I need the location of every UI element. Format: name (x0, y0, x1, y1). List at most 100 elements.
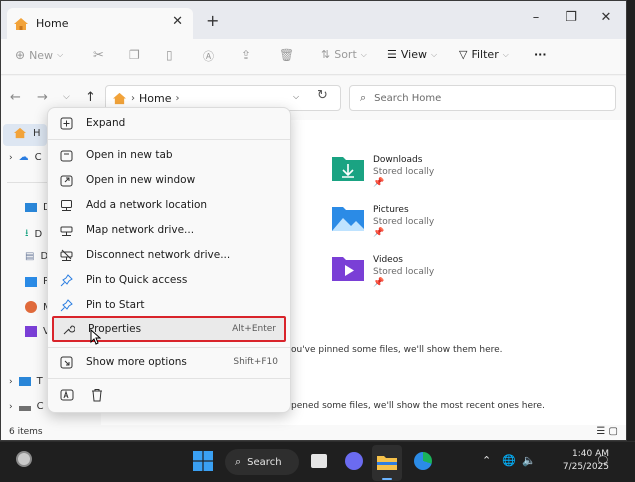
search-placeholder: Search Home (374, 92, 442, 104)
breadcrumb-chevron-icon: › (131, 92, 135, 104)
chevron-down-icon: ⌵ (430, 49, 438, 59)
volume-icon[interactable]: 🔈 (522, 454, 536, 467)
refresh-icon[interactable]: ↻ (317, 88, 328, 103)
menu-item-open-new-tab[interactable]: Open in new tab (52, 143, 286, 167)
new-tab-button[interactable]: + (206, 11, 219, 30)
home-icon (113, 92, 126, 104)
new-button[interactable]: ⊕ New ⌵ (15, 48, 63, 62)
wrench-icon (60, 321, 76, 337)
home-icon (14, 127, 26, 139)
tab-home[interactable]: Home ✕ (7, 8, 193, 39)
delete-icon[interactable]: 🗑 (279, 48, 294, 62)
breadcrumb-home[interactable]: Home (139, 92, 171, 105)
network-location-icon (58, 197, 74, 213)
menu-item-pin-start[interactable]: Pin to Start (52, 293, 286, 317)
disconnect-drive-icon (58, 247, 74, 263)
up-arrow-icon[interactable]: ↑ (85, 90, 96, 105)
nav-item-documents[interactable]: ▤ D (25, 251, 48, 262)
menu-item-properties[interactable]: Properties Alt+Enter (52, 316, 286, 342)
more-options-button[interactable]: ··· (534, 48, 547, 61)
pin-icon: 📌 (373, 278, 385, 288)
file-explorer-taskbar-button[interactable] (372, 445, 402, 481)
sort-icon: ⇅ (321, 48, 331, 61)
pin-icon: 📌 (373, 178, 385, 188)
menu-item-pin-quick-access[interactable]: Pin to Quick access (52, 268, 286, 292)
recent-locations-icon[interactable]: ⌵ (63, 92, 70, 102)
menu-item-open-new-window[interactable]: Open in new window (52, 168, 286, 192)
plus-circle-icon: ⊕ (15, 48, 26, 62)
nav-item-downloads[interactable]: ⭳ D (25, 226, 42, 243)
new-tab-icon (58, 147, 74, 163)
widgets-icon[interactable] (16, 451, 32, 467)
cut-icon[interactable]: ✂ (93, 48, 104, 63)
rename-icon[interactable]: Ⓐ (203, 48, 214, 64)
sort-button[interactable]: ⇅ Sort ⌵ (321, 48, 367, 61)
menu-item-expand[interactable]: Expand (52, 111, 286, 135)
pictures-folder-icon (332, 207, 364, 231)
quick-access-downloads[interactable]: Downloads Stored locally 📌 (331, 154, 434, 188)
videos-icon (25, 326, 37, 337)
view-button[interactable]: ☰ View ⌵ (387, 48, 437, 61)
globe-icon[interactable]: 🌐 (502, 454, 516, 467)
menu-item-show-more-options[interactable]: Show more options Shift+F10 (52, 350, 286, 374)
shortcut-label: Alt+Enter (232, 324, 276, 334)
pin-icon: 📌 (373, 228, 385, 238)
nav-item-home[interactable]: H (13, 127, 41, 139)
taskbar-search[interactable]: ⌕ Search (225, 449, 299, 475)
nav-item-pictures[interactable]: P (25, 276, 49, 287)
back-arrow-icon[interactable]: ← (10, 90, 21, 105)
menu-separator (48, 347, 290, 348)
close-button[interactable]: ✕ (596, 10, 616, 25)
nav-divider (7, 182, 47, 183)
map-drive-icon (58, 222, 74, 238)
menu-item-map-network-drive[interactable]: Map network drive... (52, 218, 286, 242)
menu-separator (48, 378, 290, 379)
home-icon (14, 17, 28, 30)
edge-browser-icon[interactable] (414, 452, 432, 470)
chevron-down-icon: ⌵ (57, 50, 64, 59)
view-toggle-icons[interactable]: ☰ ▢ (596, 426, 618, 437)
minimize-button[interactable]: – (526, 10, 546, 25)
chevron-down-icon: ⌵ (360, 49, 367, 59)
task-view-icon[interactable] (311, 454, 327, 468)
chevron-down-icon: ⌵ (502, 49, 509, 59)
paste-icon[interactable]: ▯ (166, 48, 173, 62)
mouse-cursor-icon (90, 329, 101, 345)
tab-close-icon[interactable]: ✕ (172, 14, 183, 29)
tab-title: Home (36, 17, 69, 30)
search-icon: ⌕ (360, 91, 367, 104)
start-button[interactable] (193, 451, 213, 474)
maximize-button[interactable]: ❐ (561, 10, 581, 25)
pictures-icon (25, 276, 37, 287)
pin-start-icon (58, 297, 74, 313)
search-icon: ⌕ (235, 455, 242, 468)
music-icon (25, 301, 37, 313)
downloads-folder-icon (332, 157, 364, 181)
share-icon[interactable]: ⇪ (241, 48, 251, 62)
menu-item-disconnect-network-drive[interactable]: Disconnect network drive... (52, 243, 286, 267)
notification-icon[interactable]: 🗨 (596, 454, 610, 467)
chat-icon[interactable] (345, 452, 363, 470)
view-icon: ☰ (387, 48, 397, 61)
delete-icon[interactable] (90, 388, 104, 405)
title-bar: Home ✕ + – ❐ ✕ (1, 1, 626, 39)
address-dropdown-icon[interactable]: ⌵ (293, 92, 299, 102)
rename-icon[interactable] (60, 388, 74, 405)
more-options-icon (58, 354, 74, 370)
documents-icon: ▤ (25, 251, 35, 262)
breadcrumb-chevron-icon[interactable]: › (175, 93, 179, 104)
nav-item-drive[interactable]: › C (9, 401, 44, 412)
recent-empty-text: pened some files, we'll show the most re… (291, 401, 545, 411)
forward-arrow-icon[interactable]: → (37, 90, 48, 105)
tray-chevron-up-icon[interactable]: ⌃ (482, 454, 491, 467)
search-input[interactable]: ⌕ Search Home (349, 85, 616, 111)
nav-item-cloud[interactable]: › ☁ C (9, 152, 42, 163)
quick-access-videos[interactable]: Videos Stored locally 📌 (331, 254, 434, 288)
quick-access-pictures[interactable]: Pictures Stored locally 📌 (331, 204, 434, 238)
filter-button[interactable]: ▽ Filter ⌵ (459, 48, 509, 61)
nav-item-this-pc[interactable]: › T (9, 376, 43, 387)
menu-item-add-network-location[interactable]: Add a network location (52, 193, 286, 217)
file-explorer-window: Home ✕ + – ❐ ✕ ⊕ New ⌵ ✂ ❐ ▯ Ⓐ ⇪ 🗑 ⇅ Sor… (0, 0, 627, 441)
copy-icon[interactable]: ❐ (129, 48, 140, 62)
desktop-icon (25, 203, 37, 212)
